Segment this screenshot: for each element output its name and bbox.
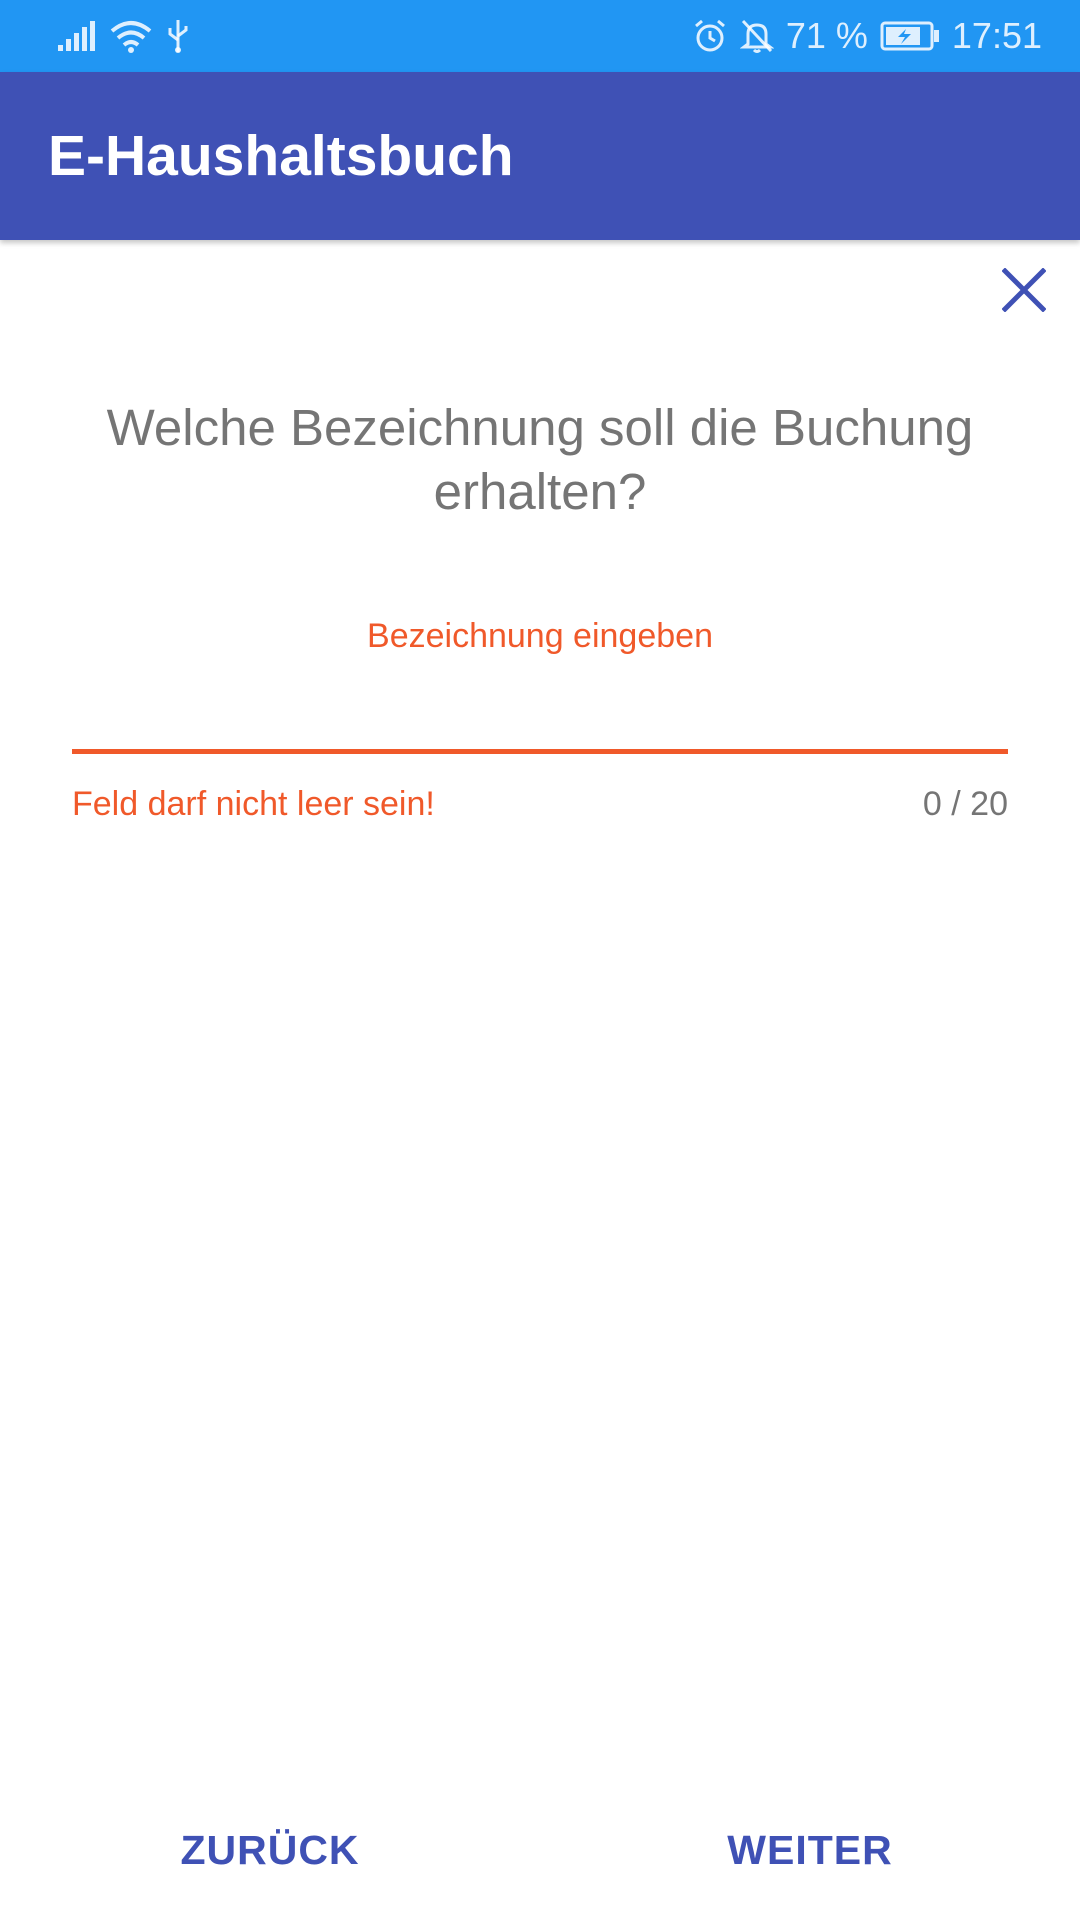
close-button[interactable] xyxy=(994,262,1054,322)
notifications-off-icon xyxy=(739,18,774,54)
character-counter: 0 / 20 xyxy=(922,785,1008,823)
screen: 71 % 17:51 E-Haushaltsbuch Welche Bezeic… xyxy=(0,0,1080,1920)
app-title: E-Haushaltsbuch xyxy=(48,124,514,188)
designation-input[interactable] xyxy=(72,668,1012,750)
error-message: Feld darf nicht leer sein! xyxy=(72,785,435,823)
next-button[interactable]: WEITER xyxy=(660,1810,960,1890)
close-icon xyxy=(1001,266,1047,317)
status-right: 71 % 17:51 xyxy=(692,0,1042,72)
app-bar: E-Haushaltsbuch xyxy=(0,72,1080,240)
status-left xyxy=(58,0,190,72)
battery-percent: 71 % xyxy=(785,15,868,56)
input-underline xyxy=(72,749,1008,754)
alarm-icon xyxy=(692,18,728,54)
question-text: Welche Bezeichnung soll die Buchung erha… xyxy=(106,399,974,520)
usb-icon xyxy=(166,18,190,54)
status-bar: 71 % 17:51 xyxy=(0,0,1080,72)
back-button[interactable]: ZURÜCK xyxy=(120,1810,420,1890)
wifi-icon xyxy=(110,19,152,53)
signal-icon xyxy=(58,21,96,51)
battery-charging-icon xyxy=(880,21,940,51)
input-hint: Bezeichnung eingeben xyxy=(367,617,713,655)
status-time: 17:51 xyxy=(951,15,1042,56)
